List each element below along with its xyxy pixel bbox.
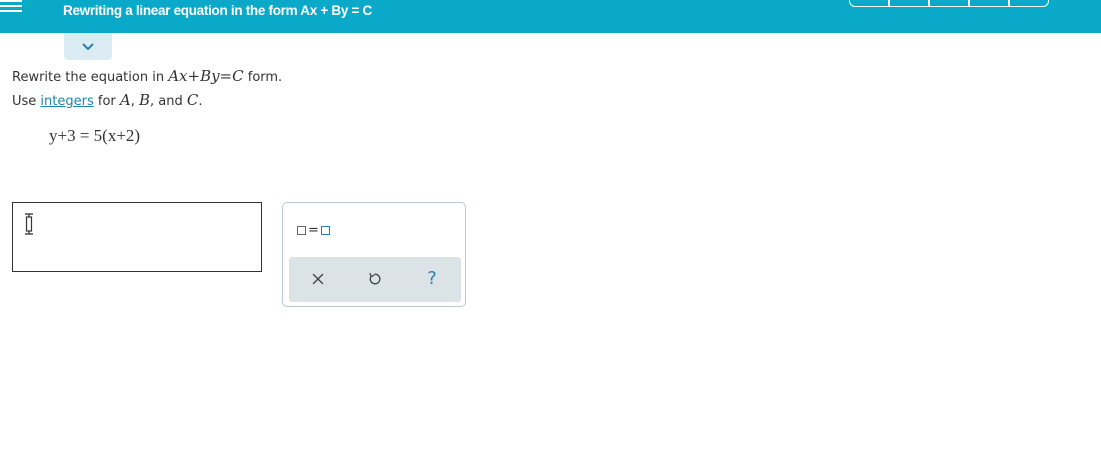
text-cursor-icon [25, 213, 33, 235]
progress-segment [889, 0, 929, 7]
equation-template-button[interactable]: = [297, 221, 337, 239]
collapse-toggle-button[interactable] [64, 33, 112, 60]
variable-a: A [119, 91, 131, 109]
instruction-line-1: Rewrite the equation in Ax+By=C form. [12, 67, 282, 85]
given-equation: y+3 = 5(x+2) [49, 126, 141, 145]
undo-icon [369, 272, 381, 285]
equals-icon: = [308, 222, 319, 238]
clear-button[interactable] [308, 269, 328, 289]
target-form-math: Ax+By=C [168, 67, 244, 85]
empty-box-icon [297, 225, 306, 235]
progress-segment [969, 0, 1009, 7]
instruction-line-2: Use integers for A, B, and C. [12, 91, 203, 109]
progress-segment [1009, 0, 1049, 7]
integers-link[interactable]: integers [40, 94, 93, 109]
top-bar: Rewriting a linear equation in the form … [0, 0, 1101, 33]
toolbar-actions: ? [289, 257, 461, 302]
variable-b: B [139, 91, 151, 109]
chevron-down-icon [82, 43, 94, 50]
progress-segment [929, 0, 969, 7]
progress-segment [849, 0, 889, 7]
help-button[interactable]: ? [422, 269, 442, 289]
instruction-text: form. [243, 70, 283, 85]
math-toolbar: = ? [282, 202, 466, 307]
progress-indicator [849, 0, 1049, 7]
instruction-text: Use [12, 94, 41, 109]
instruction-text: , and [150, 94, 187, 109]
help-label: ? [427, 268, 437, 289]
instruction-text: for [93, 94, 120, 109]
instruction-text: , [130, 94, 139, 109]
answer-input[interactable] [12, 202, 262, 272]
hamburger-menu-icon[interactable] [0, 0, 22, 14]
variable-c: C [186, 91, 199, 109]
undo-button[interactable] [365, 269, 385, 289]
close-icon [312, 273, 324, 285]
instruction-text: Rewrite the equation in [12, 70, 169, 85]
empty-box-icon [320, 225, 330, 235]
instruction-text: . [198, 94, 203, 109]
page-title: Rewriting a linear equation in the form … [63, 3, 373, 18]
